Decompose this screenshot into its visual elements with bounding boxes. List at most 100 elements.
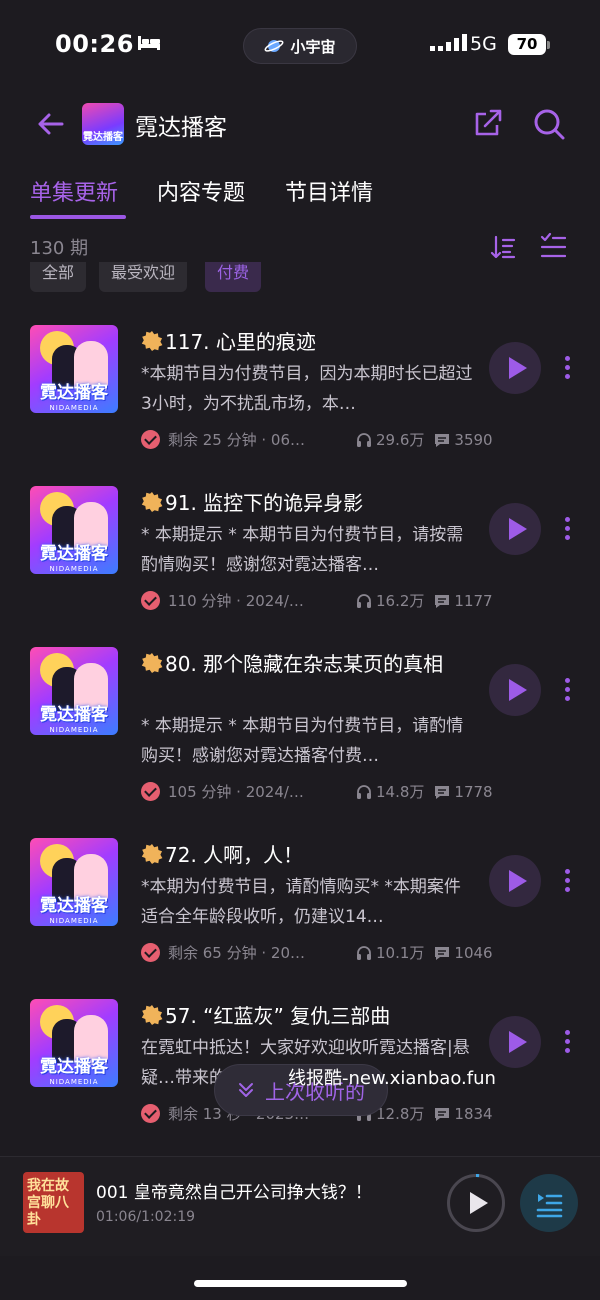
paid-badge-icon — [141, 331, 163, 351]
listens-count: 12.8万 — [376, 1105, 425, 1123]
episode-item[interactable]: 霓达播客 NIDAMEDIA 80. 那个隐藏在杂志某页的真相 * 本期提示 *… — [0, 647, 600, 808]
more-icon[interactable] — [562, 1030, 572, 1058]
episode-title-text: 72. 人啊，人！ — [165, 843, 304, 867]
now-playing-cover: 我在故宫聊八卦 — [23, 1172, 84, 1233]
share-icon[interactable] — [473, 108, 503, 138]
check-icon — [141, 782, 160, 801]
filter-paid[interactable]: 付费 — [205, 262, 262, 292]
back-arrow-icon[interactable] — [36, 110, 64, 138]
status-time: 00:26 — [55, 30, 134, 58]
episode-cover-text: 霓达播客 — [40, 1057, 108, 1077]
tab-topics[interactable]: 内容专题 — [157, 175, 245, 207]
check-icon — [141, 591, 160, 610]
sort-icon[interactable] — [490, 234, 516, 260]
comment-icon — [435, 785, 450, 799]
episode-cover-text: 霓达播客 — [40, 705, 108, 725]
comment-icon — [435, 594, 450, 608]
more-icon[interactable] — [562, 869, 572, 897]
network-type: 5G — [470, 33, 497, 55]
filter-list-icon[interactable] — [540, 232, 566, 260]
tab-details[interactable]: 节目详情 — [285, 175, 373, 207]
watermark: 线报酷-new.xianbao.fun — [288, 1068, 496, 1089]
episode-cover-subtext: NIDAMEDIA — [49, 565, 99, 573]
episode-cover: 霓达播客 NIDAMEDIA — [30, 647, 118, 735]
paid-badge-icon — [141, 844, 163, 864]
episode-listens: 10.1万 — [356, 942, 424, 963]
mini-player[interactable]: 我在故宫聊八卦 001 皇帝竟然自己开公司挣大钱？！ 01:06/1:02:19 — [0, 1156, 600, 1256]
episode-cover-text: 霓达播客 — [40, 544, 108, 564]
app-pill[interactable]: 小宇宙 — [243, 28, 357, 64]
episode-title: 91. 监控下的诡异身影 — [141, 488, 471, 518]
headphones-icon — [357, 432, 371, 447]
paid-badge-icon — [141, 1005, 163, 1025]
now-playing-title: 001 皇帝竟然自己开公司挣大钱？！ — [96, 1183, 372, 1203]
episode-meta: 105 分钟 · 2024/… 14.8万 1778 — [141, 781, 493, 802]
episode-item[interactable]: 霓达播客 NIDAMEDIA 91. 监控下的诡异身影 * 本期提示 * 本期节… — [0, 486, 600, 647]
comment-icon — [435, 946, 450, 960]
play-button[interactable] — [489, 1016, 541, 1068]
comments-count: 1778 — [454, 782, 493, 801]
episode-item[interactable]: 霓达播客 NIDAMEDIA 117. 心里的痕迹 *本期节目为付费节目，因为本… — [0, 325, 600, 486]
episode-title: 117. 心里的痕迹 — [141, 327, 471, 357]
more-icon[interactable] — [562, 356, 572, 384]
episode-title-text: 91. 监控下的诡异身影 — [165, 491, 364, 515]
playlist-button[interactable] — [520, 1174, 578, 1232]
paid-badge-icon — [141, 492, 163, 512]
comments-count: 1046 — [454, 943, 493, 962]
check-icon — [141, 1104, 160, 1123]
listens-count: 14.8万 — [376, 783, 425, 801]
episode-comments: 1177 — [434, 591, 493, 610]
episode-cover-text: 霓达播客 — [40, 896, 108, 916]
search-icon[interactable] — [533, 108, 565, 140]
tab-bar: 单集更新 内容专题 节目详情 — [0, 170, 600, 222]
comments-count: 1177 — [454, 591, 493, 610]
episode-count: 130 期 — [30, 238, 89, 259]
podcast-logo: 霓达播客 — [82, 103, 124, 145]
episode-cover: 霓达播客 NIDAMEDIA — [30, 838, 118, 926]
filter-chips: 全部 最受欢迎 付费 — [30, 262, 570, 294]
episode-title: 57. “红蓝灰” 复仇三部曲 — [141, 1001, 471, 1031]
battery-icon: 70 — [508, 34, 546, 55]
tab-episodes[interactable]: 单集更新 — [30, 175, 118, 207]
page-title: 霓达播客 — [135, 115, 227, 141]
episode-item[interactable]: 霓达播客 NIDAMEDIA 72. 人啊，人！ *本期为付费节目，请酌情购买*… — [0, 838, 600, 999]
episode-cover-subtext: NIDAMEDIA — [49, 1078, 99, 1086]
play-button[interactable] — [489, 664, 541, 716]
play-button[interactable] — [489, 503, 541, 555]
episode-listens: 14.8万 — [356, 781, 424, 802]
now-playing-progress: 01:06/1:02:19 — [96, 1209, 196, 1225]
headphones-icon — [357, 784, 371, 799]
page-header: 霓达播客 霓达播客 — [0, 100, 600, 150]
episode-duration: 110 分钟 · 2024/… — [168, 592, 304, 610]
episode-meta: 110 分钟 · 2024/… 16.2万 1177 — [141, 590, 493, 611]
filter-popular[interactable]: 最受欢迎 — [99, 262, 188, 292]
episode-cover: 霓达播客 NIDAMEDIA — [30, 486, 118, 574]
play-button[interactable] — [489, 342, 541, 394]
listens-count: 16.2万 — [376, 592, 425, 610]
home-indicator — [194, 1280, 407, 1287]
filter-all[interactable]: 全部 — [30, 262, 87, 292]
episode-description: *本期节目为付费节目，因为本期时长已超过3小时，为不扰乱市场，本… — [141, 364, 473, 414]
episode-listens: 29.6万 — [356, 429, 424, 450]
more-icon[interactable] — [562, 517, 572, 545]
play-button[interactable] — [489, 855, 541, 907]
chevron-down-icon — [239, 1083, 253, 1097]
paid-badge-icon — [141, 653, 163, 673]
comment-icon — [435, 433, 450, 447]
status-bar: 00:26 小宇宙 5G 70 — [0, 0, 600, 90]
episode-title: 80. 那个隐藏在杂志某页的真相 — [141, 649, 471, 679]
comment-icon — [435, 1107, 450, 1121]
listens-count: 29.6万 — [376, 431, 425, 449]
episode-cover: 霓达播客 NIDAMEDIA — [30, 325, 118, 413]
check-icon — [141, 430, 160, 449]
headphones-icon — [357, 593, 371, 608]
episode-comments: 1046 — [434, 943, 493, 962]
episode-title-text: 117. 心里的痕迹 — [165, 330, 316, 354]
episode-cover-text: 霓达播客 — [40, 383, 108, 403]
episode-title: 72. 人啊，人！ — [141, 840, 471, 870]
episode-comments: 1834 — [434, 1105, 493, 1123]
episode-cover: 霓达播客 NIDAMEDIA — [30, 999, 118, 1087]
now-playing-cover-text: 我在故宫聊八卦 — [27, 1178, 69, 1228]
episode-duration: 剩余 25 分钟 · 06… — [168, 431, 306, 449]
more-icon[interactable] — [562, 678, 572, 706]
